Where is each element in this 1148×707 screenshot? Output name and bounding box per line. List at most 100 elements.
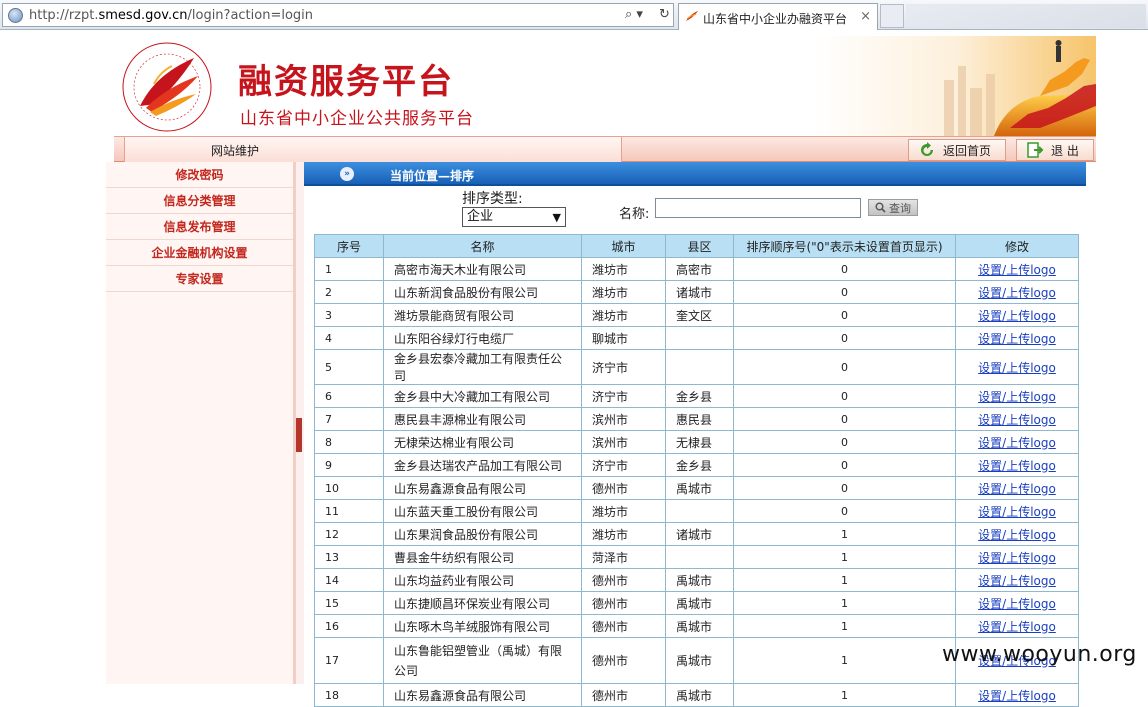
county-cell: 禹城市: [665, 591, 734, 615]
company-name-cell: 山东捷顺昌环保炭业有限公司: [383, 591, 582, 615]
county-cell: 惠民县: [665, 407, 734, 431]
address-bar[interactable]: http://rzpt.smesd.gov.cn/login?action=lo…: [2, 3, 674, 27]
edit-cell: 设置/上传logo: [955, 568, 1079, 592]
header-county: 县区: [665, 234, 734, 258]
logout-button-label: 退 出: [1051, 143, 1079, 158]
row-number-cell: 10: [314, 476, 384, 500]
city-cell: 聊城市: [581, 326, 666, 350]
set-upload-logo-link[interactable]: 设置/上传logo: [978, 361, 1056, 375]
company-name-cell: 山东鲁能铝塑管业（禹城）有限公司: [383, 637, 582, 684]
row-number-cell: 7: [314, 407, 384, 431]
set-upload-logo-link[interactable]: 设置/上传logo: [978, 263, 1056, 277]
browser-tab[interactable]: 山东省中小企业办融资平台 ×: [678, 3, 878, 30]
location-text: 当前位置—排序: [390, 169, 475, 183]
watermark: www.wooyun.org: [942, 642, 1137, 667]
table-row: 12 山东果润食品股份有限公司 潍坊市 诸城市 1 设置/上传logo: [314, 522, 1079, 546]
set-upload-logo-link[interactable]: 设置/上传logo: [978, 309, 1056, 323]
set-upload-logo-link[interactable]: 设置/上传logo: [978, 332, 1056, 346]
sidebar-item-expert-settings[interactable]: 专家设置: [106, 266, 293, 292]
county-cell: 禹城市: [665, 683, 734, 707]
set-upload-logo-link[interactable]: 设置/上传logo: [978, 528, 1056, 542]
county-cell: 奎文区: [665, 303, 734, 327]
row-number-cell: 4: [314, 326, 384, 350]
set-upload-logo-link[interactable]: 设置/上传logo: [978, 620, 1056, 634]
page-subtitle: 山东省中小企业公共服务平台: [240, 109, 474, 129]
city-cell: 德州市: [581, 568, 666, 592]
county-cell: [665, 545, 734, 569]
name-input[interactable]: [655, 198, 861, 218]
sidebar-item-category-management[interactable]: 信息分类管理: [106, 188, 293, 214]
table-row: 3 潍坊景能商贸有限公司 潍坊市 奎文区 0 设置/上传logo: [314, 303, 1079, 327]
edit-cell: 设置/上传logo: [955, 683, 1079, 707]
filter-bar: 排序类型: 企业 ▼ 名称: 查询: [304, 186, 1086, 230]
set-upload-logo-link[interactable]: 设置/上传logo: [978, 574, 1056, 588]
sort-type-select[interactable]: 企业 ▼: [462, 207, 566, 227]
browser-toolbar-area: [906, 4, 1146, 28]
set-upload-logo-link[interactable]: 设置/上传logo: [978, 505, 1056, 519]
site-header: 融资服务平台 山东省中小企业公共服务平台: [114, 32, 1096, 136]
set-upload-logo-link[interactable]: 设置/上传logo: [978, 482, 1056, 496]
row-number-cell: 14: [314, 568, 384, 592]
company-name-cell: 高密市海天木业有限公司: [383, 257, 582, 281]
company-name-cell: 金乡县宏泰冷藏加工有限责任公司: [383, 349, 582, 385]
header-name: 名称: [383, 234, 582, 258]
set-upload-logo-link[interactable]: 设置/上传logo: [978, 459, 1056, 473]
site-favicon-icon: [686, 11, 698, 21]
edit-cell: 设置/上传logo: [955, 280, 1079, 304]
set-upload-logo-link[interactable]: 设置/上传logo: [978, 597, 1056, 611]
platform-logo: [122, 42, 212, 132]
sidebar-item-info-publish[interactable]: 信息发布管理: [106, 214, 293, 240]
logout-button[interactable]: 退 出: [1016, 139, 1094, 161]
set-upload-logo-link[interactable]: 设置/上传logo: [978, 689, 1056, 703]
company-name-cell: 山东均益药业有限公司: [383, 568, 582, 592]
sort-order-cell: 1: [733, 522, 956, 546]
company-name-cell: 曹县金牛纺织有限公司: [383, 545, 582, 569]
search-icon[interactable]: ⌕ ▾: [625, 7, 643, 22]
edit-cell: 设置/上传logo: [955, 407, 1079, 431]
sidebar-menu: 修改密码 信息分类管理 信息发布管理 企业金融机构设置 专家设置: [106, 162, 296, 684]
city-cell: 德州市: [581, 614, 666, 638]
sidebar-item-finance-settings[interactable]: 企业金融机构设置: [106, 240, 293, 266]
sort-order-cell: 1: [733, 614, 956, 638]
sidebar-collapse-handle[interactable]: [296, 418, 302, 452]
header-edit: 修改: [955, 234, 1079, 258]
county-cell: [665, 499, 734, 523]
company-name-cell: 潍坊景能商贸有限公司: [383, 303, 582, 327]
set-upload-logo-link[interactable]: 设置/上传logo: [978, 286, 1056, 300]
return-home-icon: [921, 142, 933, 156]
edit-cell: 设置/上传logo: [955, 591, 1079, 615]
city-cell: 菏泽市: [581, 545, 666, 569]
name-label: 名称:: [619, 207, 650, 222]
row-number-cell: 13: [314, 545, 384, 569]
sort-order-cell: 1: [733, 568, 956, 592]
set-upload-logo-link[interactable]: 设置/上传logo: [978, 436, 1056, 450]
county-cell: 金乡县: [665, 453, 734, 477]
new-tab-button[interactable]: [880, 4, 904, 28]
sort-order-cell: 1: [733, 637, 956, 684]
table-row: 16 山东啄木鸟羊绒服饰有限公司 德州市 禹城市 1 设置/上传logo: [314, 614, 1079, 638]
set-upload-logo-link[interactable]: 设置/上传logo: [978, 413, 1056, 427]
company-name-cell: 山东果润食品股份有限公司: [383, 522, 582, 546]
set-upload-logo-link[interactable]: 设置/上传logo: [978, 390, 1056, 404]
row-number-cell: 15: [314, 591, 384, 615]
header-order: 排序顺序号("0"表示未设置首页显示): [733, 234, 956, 258]
refresh-icon[interactable]: ↻: [659, 7, 670, 22]
sort-order-cell: 1: [733, 683, 956, 707]
set-upload-logo-link[interactable]: 设置/上传logo: [978, 551, 1056, 565]
city-cell: 济宁市: [581, 349, 666, 385]
edit-cell: 设置/上传logo: [955, 384, 1079, 408]
row-number-cell: 11: [314, 499, 384, 523]
tab-site-maintenance[interactable]: 网站维护: [124, 137, 622, 162]
table-row: 9 金乡县达瑞农产品加工有限公司 济宁市 金乡县 0 设置/上传logo: [314, 453, 1079, 477]
top-navbar: 网站维护 返回首页 退 出: [114, 136, 1096, 162]
sort-table: 序号 名称 城市 县区 排序顺序号("0"表示未设置首页显示) 修改 1 高密市海…: [314, 234, 1079, 707]
company-name-cell: 山东啄木鸟羊绒服饰有限公司: [383, 614, 582, 638]
table-row: 6 金乡县中大冷藏加工有限公司 济宁市 金乡县 0 设置/上传logo: [314, 384, 1079, 408]
sort-order-cell: 0: [733, 257, 956, 281]
row-number-cell: 9: [314, 453, 384, 477]
home-button[interactable]: 返回首页: [908, 139, 1006, 161]
tab-close-icon[interactable]: ×: [860, 9, 871, 24]
query-button[interactable]: 查询: [868, 199, 918, 216]
sidebar-item-change-password[interactable]: 修改密码: [106, 162, 293, 188]
table-row: 4 山东阳谷绿灯行电缆厂 聊城市 0 设置/上传logo: [314, 326, 1079, 350]
